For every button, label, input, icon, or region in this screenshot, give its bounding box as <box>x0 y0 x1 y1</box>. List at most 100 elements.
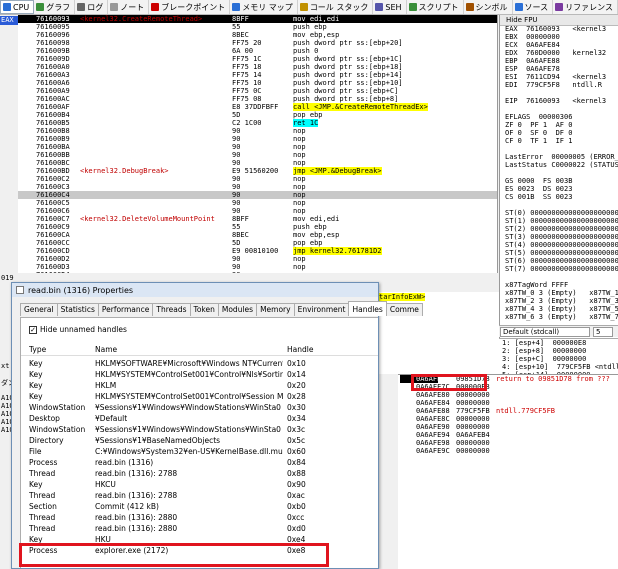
disasm-row[interactable]: 761600B8 90 nop <box>18 127 497 135</box>
handle-row[interactable]: Thread read.bin (1316): 2880 0xcc <box>21 512 378 523</box>
disasm-row[interactable]: 761600AC FF75 08 push dword ptr ss:[ebp+8] <box>18 95 497 103</box>
stack-dump-row[interactable]: 0A6AFE90 00000000 <box>398 423 618 431</box>
toolbar-tab-0[interactable]: CPU <box>0 0 35 14</box>
tab-threads[interactable]: Threads <box>152 303 191 316</box>
handle-row[interactable]: Thread read.bin (1316): 2788 0xac <box>21 490 378 501</box>
disasm-row[interactable]: 761600BC 90 nop <box>18 159 497 167</box>
stack-dump-value: 00000000 <box>456 415 490 423</box>
disasm-row[interactable]: 761600D4 90 nop <box>18 271 497 273</box>
disasm-row[interactable]: 761600C6 90 nop <box>18 207 497 215</box>
handle-row[interactable]: File C:¥Windows¥System32¥en-US¥KernelBase… <box>21 446 378 457</box>
stack-dump-row[interactable]: 0A6AFE94 0A6AFEB4 <box>398 431 618 439</box>
handle-row[interactable]: Key HKLM¥SOFTWARE¥Microsoft¥Windows NT¥Cu… <box>21 358 378 369</box>
disasm-row[interactable]: 7616009B 6A 00 push 0 <box>18 47 497 55</box>
toolbar-tab-5[interactable]: メモリ マップ <box>230 0 298 14</box>
disasm-row[interactable]: 761600C2 90 nop <box>18 175 497 183</box>
stack-dump-row[interactable]: 0A6AFE9C 00000000 <box>398 447 618 455</box>
tab-general[interactable]: General <box>20 303 58 316</box>
disasm-row[interactable]: 761600A9 FF75 0C push dword ptr ss:[ebp+C] <box>18 87 497 95</box>
handle-row[interactable]: Key HKLM 0x20 <box>21 380 378 391</box>
toolbar-tab-3[interactable]: ノート <box>108 0 150 14</box>
handle-row[interactable]: Directory ¥Sessions¥1¥BaseNamedObjects 0x5… <box>21 435 378 446</box>
tab-performance[interactable]: Performance <box>97 303 154 316</box>
disasm-row[interactable]: 761600B9 90 nop <box>18 135 497 143</box>
disasm-row[interactable]: 761600BB 90 nop <box>18 151 497 159</box>
tab-memory[interactable]: Memory <box>256 303 295 316</box>
disasm-row[interactable]: 761600AF E8 37DDFBFF call <JMP.&CreateRemo… <box>18 103 497 111</box>
disasm-row[interactable]: 761600C7 <kernel32.DeleteVolumeMountPoint… <box>18 215 497 223</box>
tab-modules[interactable]: Modules <box>217 303 258 316</box>
handle-name: ¥Sessions¥1¥Windows¥WindowStations¥WinSt… <box>95 403 281 412</box>
disasm-row[interactable]: 761600B4 5D pop ebp <box>18 111 497 119</box>
handle-row[interactable]: Key HKLM¥SYSTEM¥ControlSet001¥Control¥Ses… <box>21 391 378 402</box>
tab-environment[interactable]: Environment <box>293 303 350 316</box>
stack-dump-value: 00000000 <box>456 423 490 431</box>
disasm-row[interactable]: 76160098 FF75 20 push dword ptr ss:[ebp+20… <box>18 39 497 47</box>
disasm-bytes: 90 <box>232 159 241 167</box>
disasm-row[interactable]: 761600D2 90 nop <box>18 255 497 263</box>
disasm-row[interactable]: 761600B5 C2 1C00 ret 1C <box>18 119 497 127</box>
toolbar-tab-6[interactable]: コール スタック <box>298 0 374 14</box>
disasm-row[interactable]: 761600C5 90 nop <box>18 199 497 207</box>
disasm-row[interactable]: 761600BD <kernel32.DebugBreak> E9 51560200… <box>18 167 497 175</box>
stack-dump-panel[interactable]: 0A6AFE78 09851D78 return to 09851D78 from … <box>398 374 618 569</box>
toolbar-tab-7[interactable]: SEH <box>373 0 407 14</box>
handle-row[interactable]: WindowStation ¥Sessions¥1¥Windows¥WindowS… <box>21 424 378 435</box>
disasm-row[interactable]: 761600BA 90 nop <box>18 143 497 151</box>
toolbar-tab-9[interactable]: シンボル <box>464 0 513 14</box>
column-header-name[interactable]: Name <box>95 345 283 354</box>
stack-dump-row[interactable]: 0A6AFE88 779CF5FB ntdll.779CF5FB <box>398 407 618 415</box>
disasm-row[interactable]: 76160096 8BEC mov ebp,esp <box>18 31 497 39</box>
column-header-type[interactable]: Type <box>29 345 95 354</box>
stack-dump-row[interactable]: 0A6AFE98 00000000 <box>398 439 618 447</box>
disasm-label: <kernel32.DebugBreak> <box>80 167 169 175</box>
arg-count-spinner[interactable]: 5 <box>593 326 613 337</box>
stack-dump-row[interactable]: 0A6AFE8C 00000000 <box>398 415 618 423</box>
toolbar-tab-10[interactable]: ソース <box>513 0 554 14</box>
handle-row[interactable]: Desktop ¥Default 0x34 <box>21 413 378 424</box>
disasm-row[interactable]: 761600CC 5D pop ebp <box>18 239 497 247</box>
tab-comme[interactable]: Comme <box>385 303 423 316</box>
disasm-row[interactable]: 761600C4 90 nop <box>18 191 497 199</box>
stack-dump-value: 00000000 <box>456 439 490 447</box>
disasm-row[interactable]: 761600A6 FF75 10 push dword ptr ss:[ebp+10… <box>18 79 497 87</box>
stack-dump-row[interactable]: 0A6AFE84 00000000 <box>398 399 618 407</box>
hide-unnamed-handles-checkbox[interactable]: ✓ Hide unnamed handles <box>29 325 127 334</box>
calling-convention-select[interactable]: Default (stdcall) <box>500 326 590 337</box>
handle-row[interactable]: Section Commit (412 kB) 0xb0 <box>21 501 378 512</box>
handle-row[interactable]: Key HKCU 0x90 <box>21 479 378 490</box>
handle-row[interactable]: WindowStation ¥Sessions¥1¥Windows¥WindowS… <box>21 402 378 413</box>
toolbar-tab-8[interactable]: スクリプト <box>407 0 464 14</box>
handle-row[interactable]: Key HKLM¥SYSTEM¥ControlSet001¥Control¥Nls… <box>21 369 378 380</box>
toolbar-tab-4[interactable]: ブレークポイント <box>149 0 231 14</box>
disasm-row[interactable]: 761600C9 55 push ebp <box>18 223 497 231</box>
disasm-row[interactable]: 761600A0 FF75 18 push dword ptr ss:[ebp+18… <box>18 63 497 71</box>
disasm-row[interactable]: 761600D3 90 nop <box>18 263 497 271</box>
tab-token[interactable]: Token <box>189 303 219 316</box>
disasm-row[interactable]: 761600C3 90 nop <box>18 183 497 191</box>
disasm-row[interactable]: 761600A3 FF75 14 push dword ptr ss:[ebp+14… <box>18 71 497 79</box>
handle-row[interactable]: Thread read.bin (1316): 2788 0x88 <box>21 468 378 479</box>
tab-statistics[interactable]: Statistics <box>56 303 99 316</box>
disassembly-view[interactable]: 76160093 <kernel32.CreateRemoteThread> 8BF… <box>18 15 498 273</box>
disasm-row[interactable]: 761600CD E9 00810100 jmp kernel32.761781D2 <box>18 247 497 255</box>
disasm-row[interactable]: 761600CA 8BEC mov ebp,esp <box>18 231 497 239</box>
toolbar-tab-1[interactable]: グラフ <box>34 0 76 14</box>
toolbar-tab-icon <box>36 3 45 11</box>
disasm-address: 76160098 <box>36 39 70 47</box>
handle-row[interactable]: Thread read.bin (1316): 2880 0xd0 <box>21 523 378 534</box>
handle-type: Key <box>29 370 43 379</box>
properties-title-bar[interactable]: read.bin (1316) Properties <box>12 283 378 297</box>
disasm-row[interactable]: 76160095 55 push ebp <box>18 23 497 31</box>
toolbar-tab-11[interactable]: リファレンス <box>553 0 618 14</box>
toolbar-tab-2[interactable]: ログ <box>75 0 109 14</box>
stack-dump-row[interactable]: 0A6AFE80 00000000 <box>398 391 618 399</box>
disasm-row[interactable]: 76160093 <kernel32.CreateRemoteThread> 8BF… <box>18 15 497 23</box>
disasm-bytes: 90 <box>232 191 241 199</box>
handle-row[interactable]: Process read.bin (1316) 0x84 <box>21 457 378 468</box>
disasm-row[interactable]: 7616009D FF75 1C push dword ptr ss:[ebp+1C… <box>18 55 497 63</box>
tab-handles[interactable]: Handles <box>348 301 387 316</box>
toolbar-tab-label: リファレンス <box>565 2 613 12</box>
column-header-handle[interactable]: Handle <box>287 345 347 354</box>
disasm-instruction: nop <box>293 175 306 183</box>
